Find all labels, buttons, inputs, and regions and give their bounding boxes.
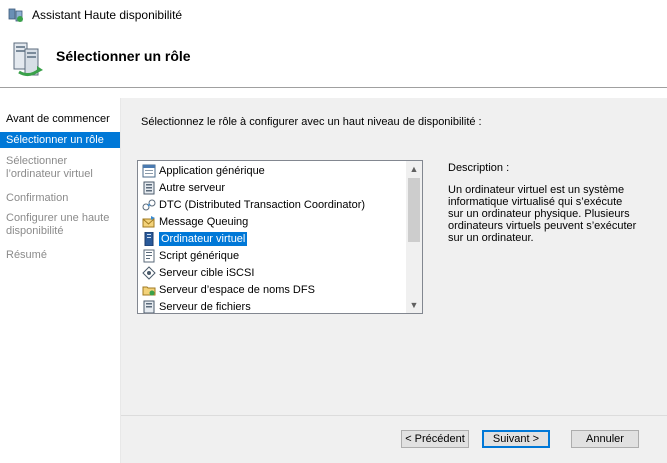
dfs-folder-icon <box>142 286 156 295</box>
role-item-autre-serveur[interactable]: Autre serveur <box>142 179 406 196</box>
scroll-up-icon[interactable]: ▲ <box>406 161 422 177</box>
description-text: Un ordinateur virtuel est un système inf… <box>448 184 637 244</box>
title-bar: Assistant Haute disponibilité <box>0 0 667 30</box>
role-label: Serveur d’espace de noms DFS <box>159 283 315 296</box>
server-icon <box>143 181 155 194</box>
scroll-down-icon[interactable]: ▼ <box>406 297 422 313</box>
role-label: Application générique <box>159 164 265 177</box>
message-queuing-icon <box>142 215 155 227</box>
role-label: Serveur de fichiers <box>159 300 251 313</box>
page-title: Sélectionner un rôle <box>56 48 191 64</box>
step-selectionner-un-role[interactable]: Sélectionner un rôle <box>0 132 120 148</box>
role-label: Ordinateur virtuel <box>159 231 248 246</box>
role-description-panel: Description : Un ordinateur virtuel est … <box>448 162 638 244</box>
instruction-text: Sélectionnez le rôle à configurer avec u… <box>141 116 482 128</box>
role-label: Serveur cible iSCSI <box>159 266 255 279</box>
wizard-header: Sélectionner un rôle <box>0 30 667 88</box>
role-label: DTC (Distributed Transaction Coordinator… <box>159 198 366 211</box>
role-item-ordinateur-virtuel[interactable]: Ordinateur virtuel <box>142 230 406 247</box>
window-title: Assistant Haute disponibilité <box>32 8 183 22</box>
role-label: Message Queuing <box>159 215 249 228</box>
cluster-role-icon <box>13 42 43 77</box>
role-label: Script générique <box>159 249 240 262</box>
application-icon <box>142 164 156 177</box>
wizard-content: Sélectionnez le rôle à configurer avec u… <box>121 98 667 415</box>
role-item-message-queuing[interactable]: Message Queuing <box>142 213 406 230</box>
iscsi-icon <box>142 265 156 280</box>
role-item-script-generique[interactable]: Script générique <box>142 247 406 264</box>
step-confirmation: Confirmation <box>6 192 69 204</box>
role-listbox[interactable]: Application générique Autre serveur DTC … <box>137 160 423 314</box>
step-configurer-haute-disponibilite: Configurer une haute disponibilité <box>6 212 110 237</box>
scroll-thumb[interactable] <box>408 178 420 242</box>
cancel-button[interactable]: Annuler <box>571 430 639 448</box>
role-label: Autre serveur <box>159 181 226 194</box>
wizard-footer: < Précédent Suivant > Annuler <box>121 415 667 463</box>
role-item-serveur-de-fichiers[interactable]: Serveur de fichiers <box>142 298 406 313</box>
description-label: Description : <box>448 162 510 174</box>
role-item-serveur-espace-noms-dfs[interactable]: Serveur d’espace de noms DFS <box>142 281 406 298</box>
next-button[interactable]: Suivant > <box>482 430 550 448</box>
role-list-scrollbar[interactable]: ▲ ▼ <box>406 161 422 313</box>
step-resume: Résumé <box>6 249 47 261</box>
virtual-machine-icon <box>144 231 154 246</box>
step-avant-de-commencer[interactable]: Avant de commencer <box>0 113 120 126</box>
role-item-application-generique[interactable]: Application générique <box>142 162 406 179</box>
role-item-serveur-cible-iscsi[interactable]: Serveur cible iSCSI <box>142 264 406 281</box>
script-icon <box>143 249 155 262</box>
wizard-steps-sidebar: Avant de commencer Sélectionner un rôle … <box>0 98 120 463</box>
step-selectionner-ordinateur-virtuel: Sélectionner l’ordinateur virtuel <box>6 155 93 180</box>
file-server-icon <box>143 300 155 313</box>
role-item-dtc[interactable]: DTC (Distributed Transaction Coordinator… <box>142 196 406 213</box>
dtc-icon <box>142 199 156 210</box>
previous-button[interactable]: < Précédent <box>401 430 469 448</box>
cluster-wizard-icon <box>8 8 23 22</box>
role-list-items: Application générique Autre serveur DTC … <box>138 161 406 313</box>
